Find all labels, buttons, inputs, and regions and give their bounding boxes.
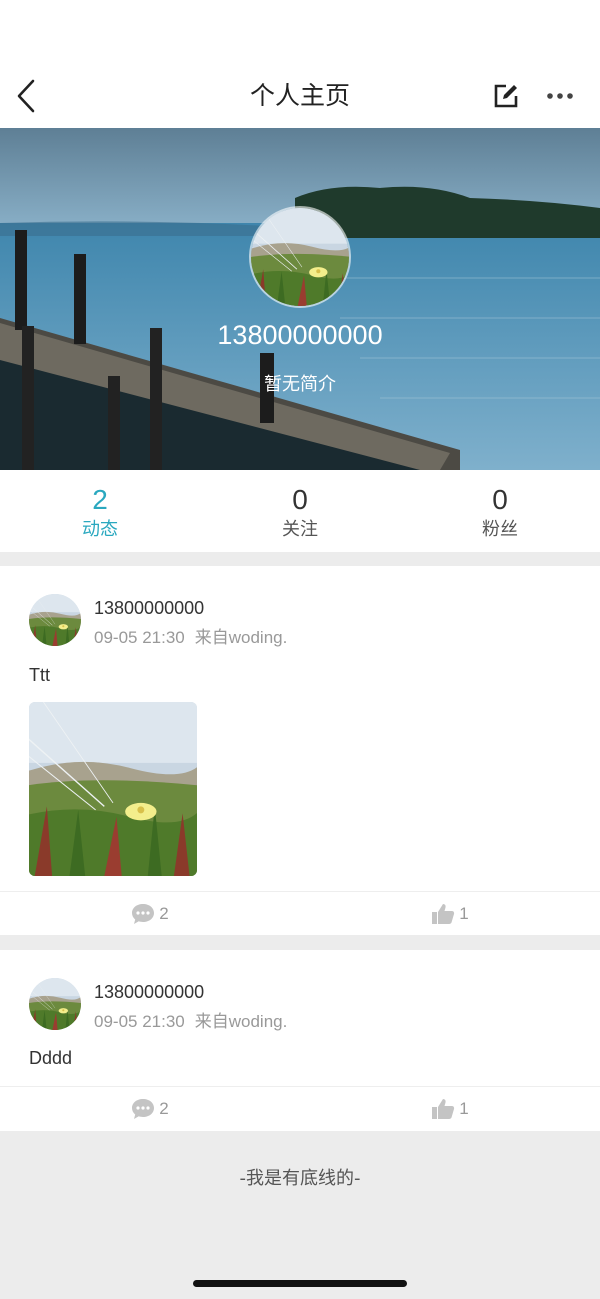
post-actions: 2 1 xyxy=(0,891,600,935)
like-count: 1 xyxy=(459,1098,469,1118)
stat-value: 2 xyxy=(92,484,108,515)
post-avatar[interactable] xyxy=(29,978,81,1030)
thumbs-up-icon xyxy=(432,903,455,924)
edit-button[interactable] xyxy=(488,78,524,114)
comment-icon xyxy=(132,1098,155,1119)
like-button[interactable]: 1 xyxy=(300,892,600,935)
post-source: 来自woding. xyxy=(194,1012,288,1031)
post-author[interactable]: 13800000000 xyxy=(94,982,204,1003)
profile-cover: 13800000000 暂无简介 xyxy=(0,128,600,470)
avatar-image xyxy=(29,594,81,646)
profile-avatar[interactable] xyxy=(249,206,351,308)
post-time: 09-05 21:30 xyxy=(94,1012,185,1031)
post-source: 来自woding. xyxy=(194,628,288,647)
stat-label: 粉丝 xyxy=(482,519,518,540)
post-meta: 09-05 21:30 来自woding. xyxy=(94,623,287,648)
stat-value: 0 xyxy=(492,484,508,515)
photo-image xyxy=(29,702,197,876)
navigation-bar: 个人主页 xyxy=(0,64,600,128)
stat-posts[interactable]: 2 动态 xyxy=(0,470,200,552)
comment-button[interactable]: 2 xyxy=(0,1087,300,1130)
post-avatar[interactable] xyxy=(29,594,81,646)
post-meta: 09-05 21:30 来自woding. xyxy=(94,1007,287,1032)
post-photo[interactable] xyxy=(29,702,197,876)
stat-label: 动态 xyxy=(82,519,118,540)
stat-label: 关注 xyxy=(282,519,318,540)
comment-button[interactable]: 2 xyxy=(0,892,300,935)
post-time: 09-05 21:30 xyxy=(94,628,185,647)
like-count: 1 xyxy=(459,903,469,923)
home-indicator xyxy=(193,1280,407,1287)
profile-bio: 暂无简介 xyxy=(264,374,336,395)
status-bar xyxy=(0,0,600,64)
stat-value: 0 xyxy=(292,484,308,515)
more-horizontal-icon xyxy=(547,93,573,99)
avatar-image xyxy=(251,208,351,308)
end-of-list-text: -我是有底线的- xyxy=(239,1168,361,1189)
comment-icon xyxy=(132,903,155,924)
post-author[interactable]: 13800000000 xyxy=(94,598,204,619)
stat-following[interactable]: 0 关注 xyxy=(200,470,400,552)
thumbs-up-icon xyxy=(432,1098,455,1119)
post-card[interactable]: 13800000000 09-05 21:30 来自woding. Dddd 2 … xyxy=(0,950,600,1131)
post-actions: 2 1 xyxy=(0,1086,600,1130)
comment-count: 2 xyxy=(159,903,169,923)
post-card[interactable]: 13800000000 09-05 21:30 来自woding. Ttt 2 1 xyxy=(0,566,600,935)
more-button[interactable] xyxy=(540,78,580,114)
like-button[interactable]: 1 xyxy=(300,1087,600,1130)
profile-username: 13800000000 xyxy=(217,320,383,350)
post-text: Dddd xyxy=(29,1048,73,1068)
avatar-image xyxy=(29,978,81,1030)
stat-followers[interactable]: 0 粉丝 xyxy=(400,470,600,552)
stats-bar: 2 动态 0 关注 0 粉丝 xyxy=(0,470,600,552)
comment-count: 2 xyxy=(159,1098,169,1118)
post-text: Ttt xyxy=(29,665,50,685)
edit-icon xyxy=(494,84,518,108)
